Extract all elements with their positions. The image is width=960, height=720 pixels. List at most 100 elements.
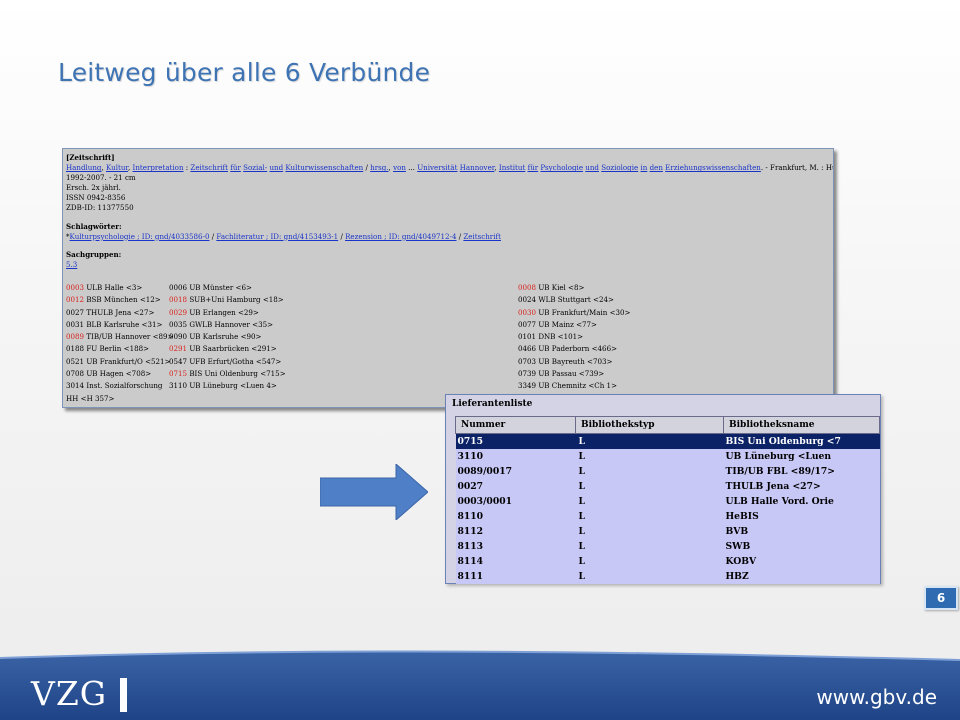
logo-bar [120,678,127,712]
arrow-right-icon [320,464,428,520]
holding-entry[interactable]: 0715 BIS Uni Oldenburg <715> [169,369,286,379]
library-code: 0466 [518,344,537,354]
record-title-link[interactable]: Interpretation [133,163,184,172]
supplier-row[interactable]: 0089/0017 L TIB/UB FBL <89/17> [455,463,880,479]
record-title-link[interactable]: Psychologie [540,163,583,172]
supplier-row[interactable]: 8114 L KOBV [455,553,880,569]
supplier-row[interactable]: 0027 L THULB Jena <27> [455,478,880,494]
supplier-number: 8112 [455,523,576,539]
holding-entry[interactable]: 0090 UB Karlsruhe <90> [169,332,262,342]
holdings-row: 3014 Inst. Sozialforschung 3110 UB Lünebu… [66,381,832,393]
record-title-link[interactable]: Zeitschrift [190,163,228,172]
library-type: L [575,568,724,584]
supplier-list-panel: Lieferantenliste Nummer Bibliothekstyp B… [445,394,881,584]
record-title-link[interactable]: und [585,163,599,172]
holding-entry[interactable]: 0008 UB Kiel <8> [518,283,584,293]
record-title-links: Handlung, Kultur, Interpretation : Zeits… [66,163,764,173]
holding-entry[interactable]: 0101 DNB <101> [518,332,583,342]
holding-entry[interactable]: 0030 UB Frankfurt/Main <30> [518,308,631,318]
column-header-bibliotheksname[interactable]: Bibliotheksname [723,416,880,434]
holding-entry[interactable]: 0521 UB Frankfurt/O <521> [66,357,171,367]
holding-entry[interactable]: 0006 UB Münster <6> [169,283,252,293]
library-name: UB Kiel <8> [536,283,585,292]
library-name: FU Berlin <188> [84,344,150,354]
holding-entry[interactable]: 0739 UB Passau <739> [518,369,604,379]
record-title-link[interactable]: Soziologie [601,163,638,172]
library-type: L [575,523,724,539]
library-name: UB Lüneburg <Luen [723,448,880,464]
record-title-link[interactable]: Sozial- [243,163,267,172]
library-code: 0029 [169,307,188,317]
holding-entry[interactable]: 0547 UFB Erfurt/Gotha <547> [169,357,281,367]
holding-entry[interactable]: 0012 BSB München <12> [66,295,161,305]
holding-entry[interactable]: 0031 BLB Karlsruhe <31> [66,320,162,330]
library-name: <H 357> [78,393,115,403]
supplier-row[interactable]: 0003/0001 L ULB Halle Vord. Orie [455,493,880,509]
holding-entry[interactable]: 0024 WLB Stuttgart <24> [518,295,614,305]
holding-entry[interactable]: 0291 UB Saarbrücken <291> [169,344,277,354]
library-name: BIS Uni Oldenburg <715> [187,369,286,379]
subjects-label: Schlagwörter: [66,221,122,231]
holdings-row: 0708 UB Hagen <708> 0715 BIS Uni Oldenbur… [66,369,832,381]
record-title-link[interactable]: den [650,163,663,172]
record-title-link[interactable]: Kulturwissenschaften [285,163,363,172]
library-code: 0101 [518,332,537,342]
holding-entry[interactable]: 3014 Inst. Sozialforschung [66,381,162,391]
record-title-link[interactable]: von [393,163,406,172]
library-name: DNB <101> [536,332,584,342]
supplier-row[interactable]: 8110 L HeBIS [455,508,880,524]
subject-link[interactable]: Rezension ; ID: gnd/4049712-4 [345,232,456,241]
column-header-bibliothekstyp[interactable]: Bibliothekstyp [575,416,724,434]
holdings-row: 0003 ULB Halle <3> 0006 UB Münster <6> 000… [66,283,832,295]
library-name: GWLB Hannover <35> [187,319,274,329]
library-code: 3014 [66,381,85,391]
holding-entry[interactable]: 3349 UB Chemnitz <Ch 1> [518,381,617,391]
holding-entry[interactable]: 0089 TIB/UB Hannover <89> [66,332,174,342]
library-code: HH [66,393,79,403]
supplier-row[interactable]: 0715 L BIS Uni Oldenburg <7 [455,433,880,449]
holding-entry[interactable]: HH <H 357> [66,394,115,404]
library-name: TIB/UB Hannover <89> [84,332,174,342]
holding-entry[interactable]: 3110 UB Lüneburg <Luen 4> [169,381,277,391]
library-name: UB Paderborn <466> [536,344,618,354]
holding-entry[interactable]: 0077 UB Mainz <77> [518,320,597,330]
column-header-nummer[interactable]: Nummer [455,416,576,434]
record-title-link[interactable]: Kultur [106,163,128,172]
holding-entry[interactable]: 0035 GWLB Hannover <35> [169,320,273,330]
supplier-row[interactable]: 8111 L HBZ [455,568,880,584]
holding-entry[interactable]: 0708 UB Hagen <708> [66,369,151,379]
record-title-link[interactable]: Universität [417,163,457,172]
holding-entry[interactable]: 0466 UB Paderborn <466> [518,344,617,354]
group-link[interactable]: 5.3 [66,260,77,269]
library-code: 0012 [66,295,85,305]
library-name: UB Bayreuth <703> [536,356,613,366]
holding-entry[interactable]: 0703 UB Bayreuth <703> [518,357,612,367]
library-code: 0077 [518,319,537,329]
record-title-link[interactable]: hrsg. [370,163,388,172]
record-title-link[interactable]: Handlung [66,163,101,172]
supplier-row[interactable]: 8112 L BVB [455,523,880,539]
subject-link[interactable]: Kulturpsychologie ; ID: gnd/4033586-0 [70,232,210,241]
subject-link[interactable]: Zeitschrift [463,232,501,241]
record-title-link[interactable]: Institut [499,163,525,172]
holding-entry[interactable]: 0027 THULB Jena <27> [66,308,154,318]
record-title-link[interactable]: für [528,163,539,172]
supplier-row[interactable]: 3110 L UB Lüneburg <Luen [455,448,880,464]
supplier-number: 3110 [455,448,576,464]
record-title-link[interactable]: und [269,163,283,172]
holding-entry[interactable]: 0018 SUB+Uni Hamburg <18> [169,295,284,305]
library-code: 0089 [66,332,85,342]
library-name: UB Mainz <77> [536,319,598,329]
vzg-logo: VZG [31,674,108,713]
holding-entry[interactable]: 0003 ULB Halle <3> [66,283,142,293]
library-code: 0018 [169,295,188,305]
record-title-link[interactable]: Hannover [460,163,495,172]
record-title-link[interactable]: für [230,163,241,172]
holding-entry[interactable]: 0188 FU Berlin <188> [66,344,149,354]
supplier-row[interactable]: 8113 L SWB [455,538,880,554]
record-title-link[interactable]: Erziehungswissenschaften [665,163,761,172]
subject-link[interactable]: Fachliteratur ; ID: gnd/4153493-1 [216,232,338,241]
supplier-table: Nummer Bibliothekstyp Bibliotheksname 07… [455,416,880,584]
library-name: UB Münster <6> [187,283,252,292]
holding-entry[interactable]: 0029 UB Erlangen <29> [169,308,259,318]
